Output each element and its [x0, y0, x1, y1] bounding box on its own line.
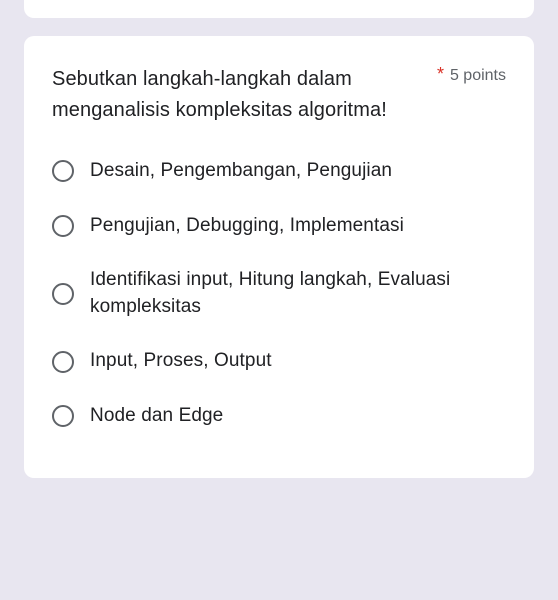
option-0[interactable]: Desain, Pengembangan, Pengujian — [52, 158, 506, 185]
option-2[interactable]: Identifikasi input, Hitung langkah, Eval… — [52, 267, 506, 320]
radio-icon — [52, 160, 74, 182]
option-1[interactable]: Pengujian, Debugging, Implementasi — [52, 213, 506, 240]
option-label: Desain, Pengembangan, Pengujian — [90, 158, 392, 185]
option-label: Node dan Edge — [90, 403, 223, 430]
radio-icon — [52, 215, 74, 237]
radio-icon — [52, 283, 74, 305]
question-header: Sebutkan langkah-langkah dalam menganali… — [52, 64, 506, 126]
option-4[interactable]: Node dan Edge — [52, 403, 506, 430]
question-card: Sebutkan langkah-langkah dalam menganali… — [24, 36, 534, 478]
radio-icon — [52, 351, 74, 373]
option-label: Pengujian, Debugging, Implementasi — [90, 213, 404, 240]
option-label: Identifikasi input, Hitung langkah, Eval… — [90, 267, 506, 320]
option-label: Input, Proses, Output — [90, 348, 272, 375]
question-text: Sebutkan langkah-langkah dalam menganali… — [52, 64, 437, 126]
previous-card-bottom — [24, 0, 534, 18]
points-label: 5 points — [450, 67, 506, 85]
required-indicator: * — [437, 64, 444, 85]
radio-icon — [52, 405, 74, 427]
option-3[interactable]: Input, Proses, Output — [52, 348, 506, 375]
points-wrap: * 5 points — [437, 64, 506, 85]
